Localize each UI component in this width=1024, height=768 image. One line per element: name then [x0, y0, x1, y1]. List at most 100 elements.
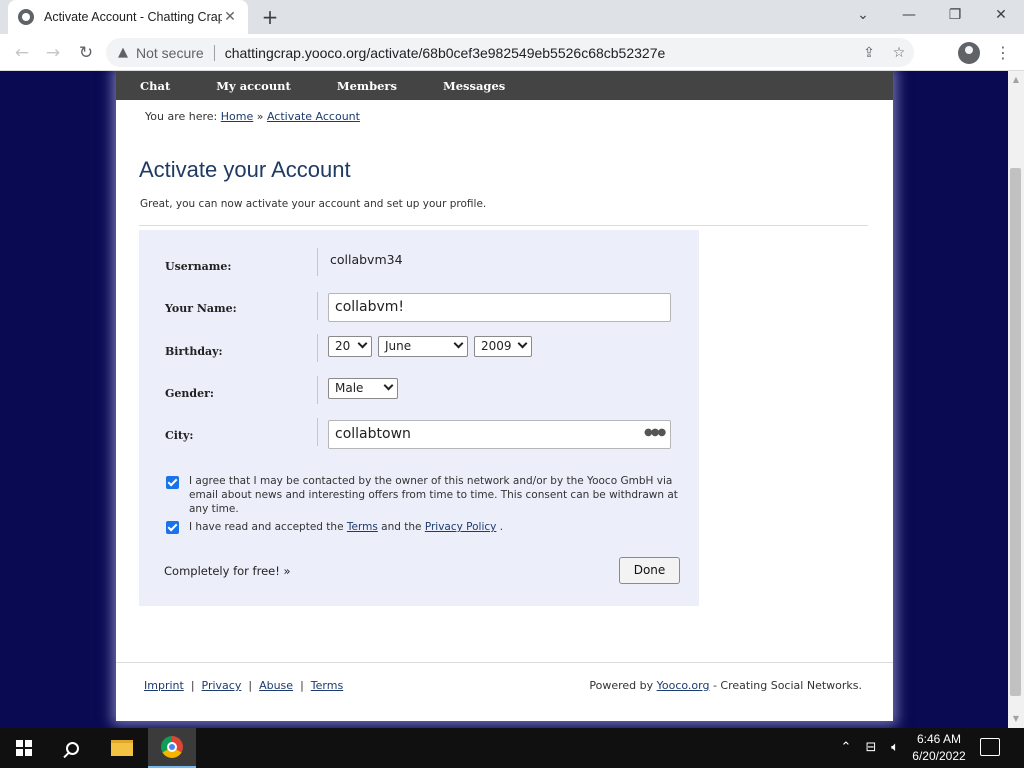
url-text[interactable]: chattingcrap.yooco.org/activate/68b0cef3… [225, 45, 854, 61]
field-divider [317, 418, 318, 446]
city-label: City: [165, 429, 194, 442]
footer-separator: | [190, 679, 195, 692]
search-button[interactable] [48, 728, 96, 768]
footer-divider [116, 662, 893, 663]
back-arrow-icon[interactable]: ← [9, 40, 35, 66]
powered-suffix: - Creating Social Networks. [712, 679, 862, 692]
privacy-policy-link[interactable]: Privacy Policy [425, 521, 497, 533]
browser-toolbar: ← → ↻ ▲ Not secure chattingcrap.yooco.or… [0, 34, 1024, 71]
forward-arrow-icon[interactable]: → [40, 40, 66, 66]
share-icon[interactable]: ⇪ [854, 45, 884, 61]
browser-tab[interactable]: Activate Account - Chatting Crap ✕ [8, 0, 248, 34]
scroll-up-arrow-icon[interactable]: ▲ [1008, 73, 1024, 87]
chevron-down-icon [453, 338, 464, 349]
terms-checkbox[interactable] [166, 521, 179, 534]
birthday-month-value: June [385, 339, 412, 353]
terms-suffix: . [499, 521, 504, 533]
windows-logo-icon [16, 740, 32, 756]
breadcrumb-home-link[interactable]: Home [221, 110, 253, 123]
vertical-scrollbar[interactable]: ▲ ▼ [1008, 71, 1024, 728]
chrome-icon [161, 736, 183, 758]
notification-center-icon[interactable] [980, 738, 1000, 756]
terms-link[interactable]: Terms [347, 521, 378, 533]
tab-title: Activate Account - Chatting Crap [44, 10, 222, 24]
terms-and: and the [381, 521, 422, 533]
reload-icon[interactable]: ↻ [73, 40, 99, 66]
field-divider [317, 248, 318, 276]
browser-tab-bar: Activate Account - Chatting Crap ✕ + ⌄ —… [0, 0, 1024, 34]
page-viewport: Chat My account Members Messages You are… [0, 71, 1008, 728]
footer-terms-link[interactable]: Terms [311, 679, 343, 692]
chevron-down-icon [383, 380, 394, 391]
username-value: collabvm34 [330, 252, 403, 267]
username-label: Username: [165, 260, 232, 273]
close-window-button[interactable]: ✕ [978, 0, 1024, 30]
free-text: Completely for free! » [164, 564, 291, 578]
page-title: Activate your Account [139, 157, 351, 182]
chevron-down-icon [357, 338, 368, 349]
restore-button[interactable]: ❐ [932, 0, 978, 30]
chevron-down-icon [517, 338, 528, 349]
minimize-button[interactable]: — [886, 0, 932, 30]
gender-select[interactable]: Male [328, 378, 398, 399]
breadcrumb-prefix: You are here: [145, 110, 218, 123]
birthday-month-select[interactable]: June [378, 336, 468, 357]
search-icon [65, 741, 79, 755]
globe-icon [18, 9, 34, 25]
footer-separator: | [300, 679, 304, 692]
birthday-day-select[interactable]: 20 [328, 336, 372, 357]
powered-prefix: Powered by [589, 679, 654, 692]
omnibox-divider [213, 44, 215, 61]
footer-separator: | [248, 679, 253, 692]
bookmark-star-icon[interactable]: ☆ [884, 45, 914, 61]
breadcrumb: You are here: Home » Activate Account [145, 110, 360, 123]
birthday-year-select[interactable]: 2009 [474, 336, 532, 357]
system-clock[interactable]: 6:46 AM 6/20/2022 [904, 731, 974, 765]
tray-chevron-up-icon[interactable]: ⌃ [836, 728, 856, 768]
file-explorer-button[interactable] [98, 728, 146, 768]
nav-item-messages[interactable]: Messages [443, 79, 505, 93]
title-divider [139, 225, 868, 226]
nav-item-chat[interactable]: Chat [140, 79, 170, 93]
gender-label: Gender: [165, 387, 214, 400]
footer-links: Imprint | Privacy | Abuse | Terms [144, 679, 343, 692]
content-page: Chat My account Members Messages You are… [116, 71, 893, 721]
yooco-link[interactable]: Yooco.org [657, 679, 710, 692]
nav-item-my-account[interactable]: My account [216, 79, 291, 93]
security-label[interactable]: Not secure [136, 45, 204, 61]
main-nav: Chat My account Members Messages [116, 71, 893, 100]
city-input[interactable]: collabtown [328, 420, 671, 449]
nav-item-members[interactable]: Members [337, 79, 397, 93]
name-label: Your Name: [165, 302, 237, 315]
scroll-down-arrow-icon[interactable]: ▼ [1008, 712, 1024, 726]
clock-time: 6:46 AM [916, 732, 962, 746]
field-divider [317, 376, 318, 404]
gender-value: Male [335, 381, 364, 395]
network-icon[interactable]: ⊟ [860, 728, 882, 768]
footer-abuse-link[interactable]: Abuse [259, 679, 293, 692]
field-divider [317, 292, 318, 320]
done-button[interactable]: Done [619, 557, 680, 584]
activation-form: Username: collabvm34 Your Name: collabvm… [139, 230, 699, 606]
field-divider [317, 334, 318, 362]
consent-checkbox[interactable] [166, 476, 179, 489]
tab-search-chevron-icon[interactable]: ⌄ [840, 0, 886, 30]
scrollbar-thumb[interactable] [1010, 168, 1021, 696]
new-tab-button[interactable]: + [258, 6, 282, 28]
profile-avatar-icon[interactable] [958, 42, 980, 64]
address-bar[interactable]: ▲ Not secure chattingcrap.yooco.org/acti… [106, 38, 914, 67]
breadcrumb-current-link[interactable]: Activate Account [267, 110, 360, 123]
taskbar: ⌃ ⊟ 🔈︎ 6:46 AM 6/20/2022 [0, 728, 1024, 768]
start-button[interactable] [0, 728, 48, 768]
footer-powered-by: Powered by Yooco.org - Creating Social N… [589, 679, 862, 692]
footer-imprint-link[interactable]: Imprint [144, 679, 184, 692]
volume-icon[interactable]: 🔈︎ [884, 728, 906, 768]
footer-privacy-link[interactable]: Privacy [202, 679, 242, 692]
birthday-year-value: 2009 [481, 339, 512, 353]
tab-close-icon[interactable]: ✕ [222, 9, 238, 25]
warning-triangle-icon[interactable]: ▲ [118, 45, 128, 60]
name-input[interactable]: collabvm! [328, 293, 671, 322]
chrome-taskbar-button[interactable] [148, 728, 196, 768]
terms-text: I have read and accepted the Terms and t… [189, 520, 679, 534]
browser-menu-icon[interactable]: ⋮ [994, 40, 1012, 66]
